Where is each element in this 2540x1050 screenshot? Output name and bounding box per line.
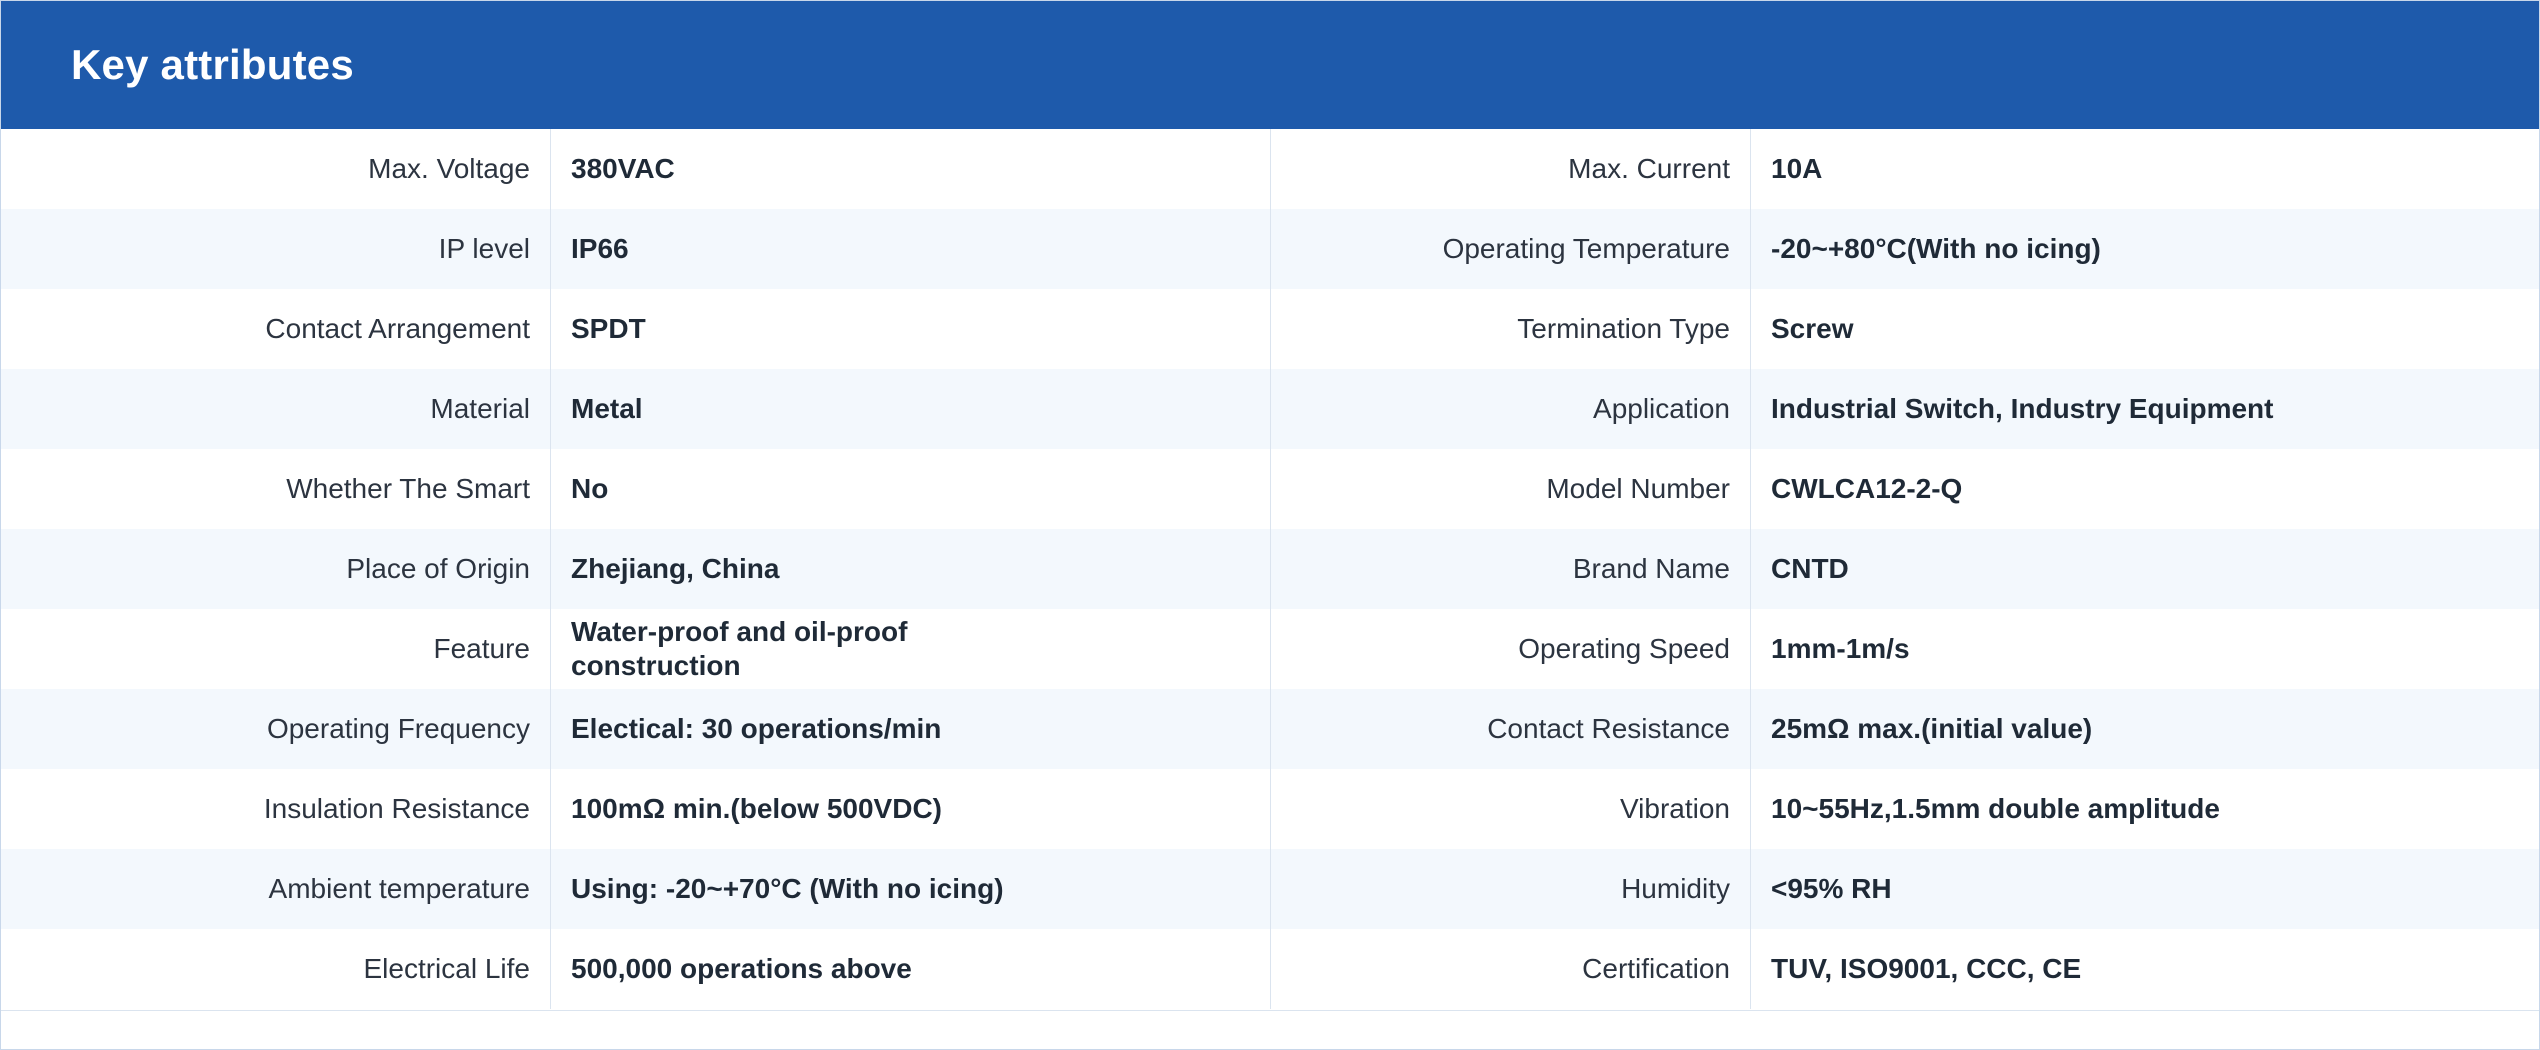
table-row: IP level IP66 Operating Temperature -20~… — [1, 209, 2539, 289]
row-value-model-number: CWLCA12-2-Q — [1771, 473, 1963, 504]
row-value-whether-the-smart: No — [551, 449, 1271, 529]
table-row: Material Metal Application Industrial Sw… — [1, 369, 2539, 449]
table-footer-strip — [1, 1010, 2539, 1049]
row-label-ip-level: IP level — [1, 209, 551, 289]
row-value-humidity: <95% RH — [1771, 873, 1892, 904]
table-row: Ambient temperature Using: -20~+70°C (Wi… — [1, 849, 2539, 929]
table-row: Feature Water-proof and oil-proof constr… — [1, 609, 2539, 689]
row-label-operating-speed: Operating Speed — [1271, 609, 1751, 689]
key-attributes-header: Key attributes — [1, 1, 2539, 129]
row-label-contact-resistance: Contact Resistance — [1271, 689, 1751, 769]
row-label-max-voltage: Max. Voltage — [1, 129, 551, 209]
row-label-electrical-life: Electrical Life — [1, 929, 551, 1009]
table-row: Contact Arrangement SPDT Termination Typ… — [1, 289, 2539, 369]
row-value-max-voltage: 380VAC — [551, 129, 1271, 209]
table-row: Whether The Smart No Model Number CWLCA1… — [1, 449, 2539, 529]
row-value-max-current: 10A — [1771, 153, 1823, 184]
row-value-ip-level: IP66 — [551, 209, 1271, 289]
row-value-material: Metal — [551, 369, 1271, 449]
row-value-termination-type: Screw — [1771, 313, 1854, 344]
row-value-certification: TUV, ISO9001, CCC, CE — [1771, 953, 2082, 984]
row-value-contact-resistance: 25mΩ max.(initial value) — [1771, 713, 2093, 744]
row-label-operating-temperature: Operating Temperature — [1271, 209, 1751, 289]
row-value-brand-name: CNTD — [1771, 553, 1849, 584]
row-label-application: Application — [1271, 369, 1751, 449]
table-row: Electrical Life 500,000 operations above… — [1, 929, 2539, 1009]
table-row: Max. Voltage 380VAC Max. Current 10A — [1, 129, 2539, 209]
row-value-operating-speed: 1mm-1m/s — [1771, 633, 1910, 664]
page-title: Key attributes — [71, 41, 354, 88]
table-row: Insulation Resistance 100mΩ min.(below 5… — [1, 769, 2539, 849]
row-value-contact-arrangement: SPDT — [551, 289, 1271, 369]
row-label-material: Material — [1, 369, 551, 449]
row-label-contact-arrangement: Contact Arrangement — [1, 289, 551, 369]
attributes-table: Max. Voltage 380VAC Max. Current 10A IP … — [1, 129, 2539, 1009]
row-label-termination-type: Termination Type — [1271, 289, 1751, 369]
table-row: Operating Frequency Electical: 30 operat… — [1, 689, 2539, 769]
row-label-ambient-temperature: Ambient temperature — [1, 849, 551, 929]
row-label-certification: Certification — [1271, 929, 1751, 1009]
row-label-whether-the-smart: Whether The Smart — [1, 449, 551, 529]
row-value-ambient-temperature: Using: -20~+70°C (With no icing) — [551, 849, 1271, 929]
row-value-place-of-origin: Zhejiang, China — [551, 529, 1271, 609]
row-value-vibration: 10~55Hz,1.5mm double amplitude — [1771, 793, 2220, 824]
row-label-humidity: Humidity — [1271, 849, 1751, 929]
key-attributes-panel: Key attributes Max. Voltage 380VAC Max. … — [0, 0, 2540, 1050]
row-value-operating-frequency: Electical: 30 operations/min — [551, 689, 1271, 769]
row-value-application: Industrial Switch, Industry Equipment — [1771, 393, 2274, 424]
row-label-operating-frequency: Operating Frequency — [1, 689, 551, 769]
table-row: Place of Origin Zhejiang, China Brand Na… — [1, 529, 2539, 609]
row-label-feature: Feature — [1, 609, 551, 689]
row-value-feature: Water-proof and oil-proof construction — [551, 609, 1271, 689]
row-label-model-number: Model Number — [1271, 449, 1751, 529]
row-label-brand-name: Brand Name — [1271, 529, 1751, 609]
row-label-max-current: Max. Current — [1271, 129, 1751, 209]
row-label-vibration: Vibration — [1271, 769, 1751, 849]
row-value-operating-temperature: -20~+80°C(With no icing) — [1771, 233, 2101, 264]
row-value-electrical-life: 500,000 operations above — [551, 929, 1271, 1009]
row-label-place-of-origin: Place of Origin — [1, 529, 551, 609]
row-label-insulation-resistance: Insulation Resistance — [1, 769, 551, 849]
row-value-insulation-resistance: 100mΩ min.(below 500VDC) — [551, 769, 1271, 849]
